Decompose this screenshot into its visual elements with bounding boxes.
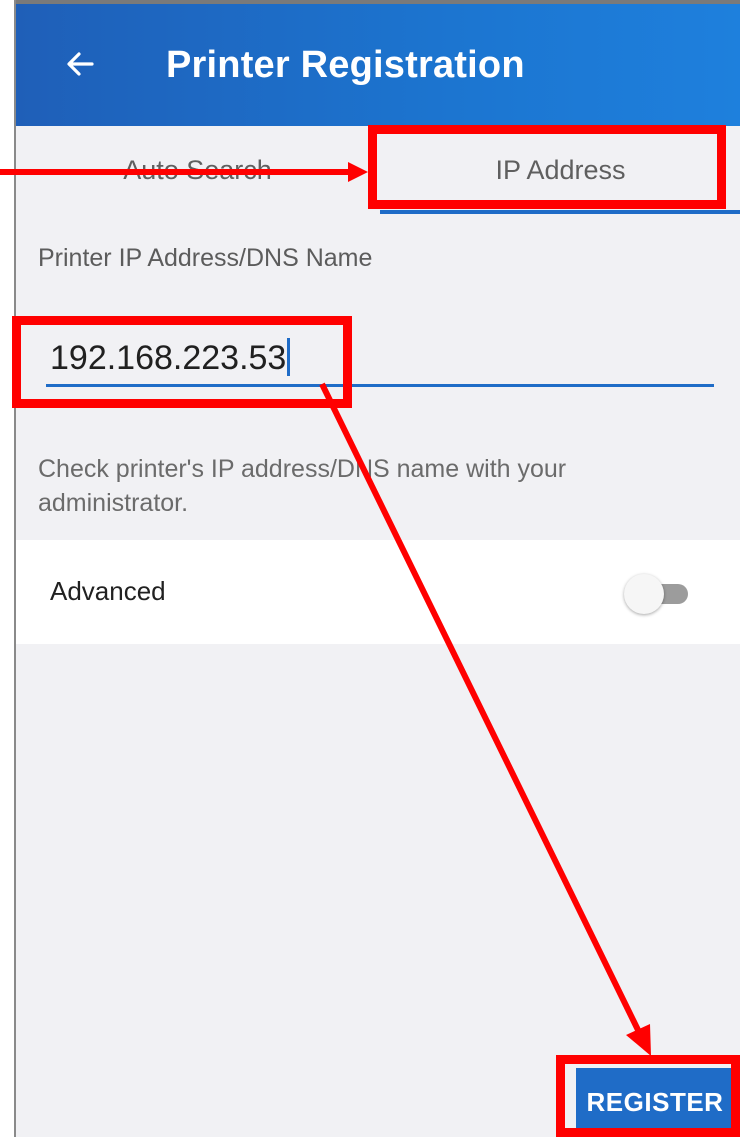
printer-registration-screen: Printer Registration Auto Search IP Addr… — [14, 0, 740, 1137]
register-button[interactable]: REGISTER — [576, 1068, 734, 1137]
toggle-thumb — [624, 574, 664, 614]
ip-address-value: 192.168.223.53 — [50, 339, 287, 377]
tab-selected-indicator — [380, 210, 740, 214]
advanced-row[interactable]: Advanced — [16, 540, 740, 644]
tab-bar: Auto Search IP Address — [16, 122, 740, 218]
advanced-label: Advanced — [50, 576, 166, 606]
app-bar: Printer Registration — [16, 0, 740, 126]
ip-hint-text: Check printer's IP address/DNS name with… — [38, 455, 567, 517]
ip-field-label: Printer IP Address/DNS Name — [38, 244, 373, 272]
advanced-toggle[interactable] — [620, 574, 692, 614]
arrow-left-icon[interactable] — [64, 48, 96, 80]
page-title: Printer Registration — [166, 44, 525, 86]
text-cursor — [287, 338, 291, 376]
tab-ip-address[interactable]: IP Address — [379, 122, 740, 218]
ip-address-input[interactable]: 192.168.223.53 — [46, 320, 714, 387]
tab-auto-search[interactable]: Auto Search — [16, 122, 379, 218]
